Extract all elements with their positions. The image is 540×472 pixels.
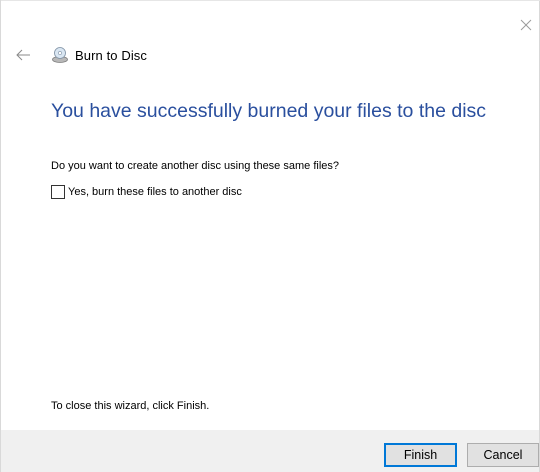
question-text: Do you want to create another disc using… [51,160,339,172]
burn-to-disc-wizard: Burn to Disc You have successfully burne… [0,0,540,472]
window-top-edge [1,0,540,1]
back-arrow-icon [16,49,30,61]
button-bar: Finish Cancel [1,430,539,472]
back-button[interactable] [14,47,34,63]
finish-button[interactable]: Finish [384,443,457,467]
close-button[interactable] [515,14,537,36]
page-heading: You have successfully burned your files … [51,100,487,122]
close-hint-text: To close this wizard, click Finish. [51,400,210,412]
burn-another-disc-option[interactable]: Yes, burn these files to another disc [51,185,242,199]
burn-another-disc-label[interactable]: Yes, burn these files to another disc [68,186,242,198]
cancel-button[interactable]: Cancel [467,443,539,467]
disc-drive-icon [52,47,68,63]
wizard-header: Burn to Disc [51,45,147,65]
close-icon [520,19,532,31]
burn-another-disc-checkbox[interactable] [51,185,65,199]
wizard-title: Burn to Disc [75,47,148,63]
